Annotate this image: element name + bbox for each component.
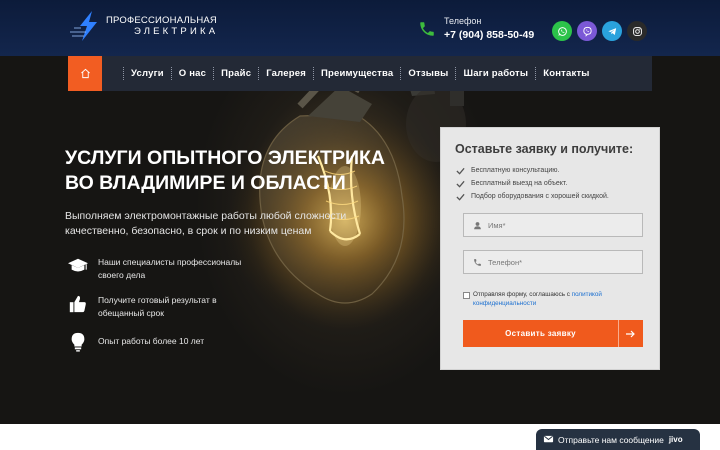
viber-button[interactable] <box>577 21 597 41</box>
form-benefits-list: Бесплатную консультацию. Бесплатный выез… <box>456 164 609 203</box>
instagram-button[interactable] <box>627 21 647 41</box>
site-logo[interactable]: ПРОФЕССИОНАЛЬНАЯ ЭЛЕКТРИКА <box>70 10 218 42</box>
chat-brand-logo: jivo <box>668 435 683 444</box>
consent-text: Отправляя форму, соглашаюсь с <box>473 291 572 298</box>
user-icon <box>474 221 481 229</box>
telegram-icon <box>607 27 616 35</box>
phone-number-link[interactable]: +7 (904) 858-50-49 <box>444 29 534 41</box>
submit-button-label: Оставить заявку <box>505 329 576 338</box>
hero-title-line-1: УСЛУГИ ОПЫТНОГО ЭЛЕКТРИКА <box>65 147 385 169</box>
hero-subtitle: Выполняем электромонтажные работы любой … <box>65 210 347 237</box>
feature-text-line: своего дела <box>98 270 146 280</box>
nav-item-advantages[interactable]: Преимущества <box>321 68 393 79</box>
nav-item-services[interactable]: Услуги <box>131 68 164 79</box>
submit-button[interactable]: Оставить заявку <box>463 320 643 347</box>
form-benefit-item: Бесплатный выезд на объект. <box>456 177 609 190</box>
phone-icon <box>420 21 434 36</box>
nav-divider <box>535 67 537 80</box>
form-benefit-item: Подбор оборудования с хорошей скидкой. <box>456 190 609 203</box>
check-icon <box>456 193 465 201</box>
whatsapp-icon <box>557 26 567 36</box>
feature-text-line: Наши специалисты профессионалы <box>98 257 242 267</box>
nav-divider <box>312 67 314 80</box>
nav-item-steps[interactable]: Шаги работы <box>463 68 528 79</box>
feature-item: Получите готовый результат в обещанный с… <box>67 294 267 320</box>
thumbs-up-icon <box>69 295 86 313</box>
form-title: Оставьте заявку и получите: <box>455 142 634 156</box>
feature-item: Опыт работы более 10 лет <box>67 332 267 352</box>
graduation-cap-icon <box>68 258 88 272</box>
arrow-right-icon <box>626 330 635 337</box>
header-phone: Телефон +7 (904) 858-50-49 <box>418 16 534 41</box>
logo-subtitle: ЭЛЕКТРИКА <box>134 26 219 37</box>
feature-text-line: Получите готовый результат в <box>98 295 217 305</box>
viber-icon <box>582 26 592 37</box>
whatsapp-button[interactable] <box>552 21 572 41</box>
hero-title: УСЛУГИ ОПЫТНОГО ЭЛЕКТРИКА ВО ВЛАДИМИРЕ И… <box>65 146 405 196</box>
chat-icon <box>543 435 554 443</box>
phone-label: Телефон <box>444 16 482 26</box>
nav-divider <box>400 67 402 80</box>
request-form: Оставьте заявку и получите: Бесплатную к… <box>440 127 660 370</box>
consent-checkbox[interactable] <box>463 292 470 299</box>
feature-item: Наши специалисты профессионалы своего де… <box>67 256 267 282</box>
phone-field <box>463 250 643 274</box>
nav-item-contacts[interactable]: Контакты <box>543 68 589 79</box>
form-benefit-item: Бесплатную консультацию. <box>456 164 609 177</box>
nav-divider <box>455 67 457 80</box>
check-icon <box>456 167 465 175</box>
check-icon <box>456 180 465 188</box>
social-links <box>552 21 647 41</box>
hero-title-line-2: ВО ВЛАДИМИРЕ И ОБЛАСТИ <box>65 172 346 194</box>
phone-icon <box>474 258 481 266</box>
nav-item-gallery[interactable]: Галерея <box>266 68 306 79</box>
phone-input[interactable] <box>488 257 628 267</box>
nav-item-reviews[interactable]: Отзывы <box>408 68 448 79</box>
name-field <box>463 213 643 237</box>
chat-widget-label: Отправьте нам сообщение <box>558 434 664 445</box>
feature-text-line: Опыт работы более 10 лет <box>98 336 205 346</box>
home-icon <box>80 68 90 79</box>
instagram-icon <box>632 26 642 36</box>
telegram-button[interactable] <box>602 21 622 41</box>
nav-divider <box>123 67 124 80</box>
lightbulb-icon <box>71 332 85 352</box>
feature-text-line: обещанный срок <box>98 308 164 318</box>
nav-item-price[interactable]: Прайс <box>221 68 251 79</box>
site-header: ПРОФЕССИОНАЛЬНАЯ ЭЛЕКТРИКА Телефон +7 (9… <box>0 0 720 56</box>
home-button[interactable] <box>68 56 102 91</box>
logo-title: ПРОФЕССИОНАЛЬНАЯ <box>106 15 217 26</box>
lightning-icon <box>70 11 97 41</box>
nav-divider <box>170 67 172 80</box>
nav-item-about[interactable]: О нас <box>179 68 206 79</box>
nav-divider <box>258 67 260 80</box>
main-navigation: Услуги О нас Прайс Галерея Преимущества … <box>68 56 652 91</box>
chat-widget-button[interactable]: Отправьте нам сообщение jivo <box>536 429 700 450</box>
name-input[interactable] <box>488 220 628 230</box>
nav-divider <box>213 67 215 80</box>
consent-row: Отправляя форму, соглашаюсь с политикой … <box>463 291 643 308</box>
